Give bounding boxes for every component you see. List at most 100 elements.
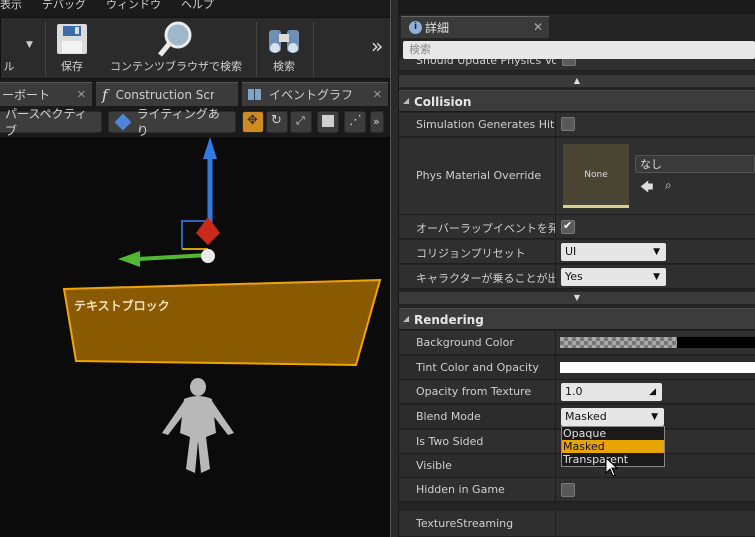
tab-event-graph-label: イベントグラフ [269, 88, 354, 102]
opacity-value: 1.0 [565, 385, 583, 398]
rendering-category[interactable]: Rendering [399, 308, 755, 330]
rotate-mode-icon[interactable]: ↻ [266, 111, 288, 133]
rendering-title: Rendering [414, 313, 484, 327]
details-tab[interactable]: i 詳細 ✕ [401, 16, 549, 38]
tab-event-graph[interactable]: イベントグラフ ✕ [242, 82, 388, 106]
tab-construction-label: Construction Scrip [115, 87, 214, 102]
viewport-toolbar: パースペクティブ ライティングあり ✥ ↻ ⤢ ⋰ » [0, 107, 392, 138]
save-label: 保存 [61, 60, 83, 73]
details-search-input[interactable]: 検索 [403, 41, 755, 59]
viewport-scene [62, 137, 382, 473]
floppy-disk-icon [57, 24, 87, 54]
mouse-cursor-icon [605, 457, 619, 477]
opacity-spinbox[interactable]: 1.0 ◢ [561, 383, 662, 401]
grid-icon [248, 89, 261, 100]
main-toolbar: ル ▼ 保存 コンテンツブラウザで検索 検索 » [0, 17, 392, 79]
tint-color-swatch[interactable] [560, 362, 755, 373]
can-step-up-combo[interactable]: Yes ▼ [561, 268, 666, 286]
details-tab-label: 詳細 [425, 21, 450, 35]
menu-debug[interactable]: デバッグ [32, 0, 96, 12]
overlap-events-label: オーバーラップイベントを発 [416, 222, 556, 235]
overlap-events-row: オーバーラップイベントを発 [399, 215, 755, 239]
expand-up-icon[interactable]: ▲ [399, 75, 755, 87]
save-button[interactable]: 保存 [51, 18, 93, 80]
viewport[interactable]: テキストブロック [0, 137, 392, 537]
close-icon[interactable]: ✕ [533, 20, 543, 34]
phys-material-label: Phys Material Override [416, 169, 542, 182]
viewport-splitter[interactable] [390, 0, 398, 537]
search-icon[interactable]: ⌕ [665, 178, 672, 193]
resize-corner-icon: ◢ [649, 387, 656, 397]
tint-color-row: Tint Color and Opacity [399, 356, 755, 380]
sim-hit-events-row: Simulation Generates Hit Ev [399, 113, 755, 137]
blend-option-masked[interactable]: Masked [562, 440, 664, 453]
collision-preset-combo[interactable]: UI ▼ [561, 243, 666, 261]
menu-window[interactable]: ウィンドウ [96, 0, 171, 12]
overlap-events-checkbox[interactable] [561, 219, 575, 234]
can-step-up-label: キャラクターが乗ることが出 [416, 272, 556, 285]
binoculars-icon [269, 30, 299, 53]
scale-mode-icon[interactable]: ⤢ [290, 111, 312, 133]
clipped-row-checkbox[interactable] [562, 59, 576, 66]
visible-label: Visible [416, 459, 452, 472]
perspective-label: パースペクティブ [5, 107, 87, 138]
collision-category[interactable]: Collision [399, 90, 755, 112]
mannequin-figure [162, 378, 234, 473]
snap-icon[interactable]: ⋰ [344, 111, 366, 133]
collision-preset-row: コリジョンプリセット UI ▼ [399, 240, 755, 264]
opacity-from-texture-row: Opacity from Texture 1.0 ◢ [399, 380, 755, 404]
menu-view[interactable]: 表示 [0, 0, 32, 12]
chevron-down-icon: ▼ [651, 412, 658, 422]
magnifier-icon [158, 21, 192, 57]
toolbar-overflow-icon[interactable]: » [371, 34, 383, 58]
text-block-label: テキストブロック [74, 299, 170, 313]
collision-preset-label: コリジョンプリセット [416, 245, 556, 261]
collision-preset-value: UI [565, 245, 577, 258]
content-browser-label: コンテンツブラウザで検索 [110, 60, 242, 73]
chevron-down-icon: ▼ [653, 247, 660, 257]
phys-material-thumbnail[interactable]: None [563, 144, 629, 208]
info-icon: i [409, 21, 422, 34]
partial-toolbar-button[interactable]: ル [0, 18, 19, 80]
blend-option-opaque[interactable]: Opaque [562, 427, 664, 440]
can-step-up-row: キャラクターが乗ることが出 Yes ▼ [399, 265, 755, 289]
menu-help[interactable]: ヘルプ [171, 0, 224, 12]
can-step-up-value: Yes [565, 270, 583, 283]
viewport-overflow-icon[interactable]: » [370, 111, 384, 133]
blend-mode-value: Masked [565, 410, 607, 423]
tab-construction-script[interactable]: f Construction Scrip [96, 82, 238, 106]
chevron-down-icon[interactable]: ▼ [26, 40, 33, 50]
background-color-label: Background Color [416, 336, 556, 349]
perspective-button[interactable]: パースペクティブ [0, 107, 102, 138]
translate-mode-icon[interactable]: ✥ [242, 111, 264, 133]
content-browser-button[interactable]: コンテンツブラウザで検索 [101, 18, 251, 80]
phys-material-row: Phys Material Override None なし 🡄 ⌕ [399, 138, 755, 215]
cube-icon [114, 113, 132, 131]
hidden-in-game-row: Hidden in Game [399, 478, 755, 502]
sim-hit-events-checkbox[interactable] [561, 117, 575, 131]
lighting-button[interactable]: ライティングあり [108, 107, 236, 138]
collision-title: Collision [414, 95, 472, 109]
expand-down-icon[interactable]: ▼ [399, 292, 755, 304]
find-button[interactable]: 検索 [263, 18, 305, 80]
lighting-label: ライティングあり [136, 107, 220, 138]
tab-viewport[interactable]: ーボート ✕ [0, 82, 92, 106]
thumbnail-text: None [584, 170, 608, 180]
partial-button-label: ル [3, 60, 15, 73]
close-icon[interactable]: ✕ [77, 88, 86, 101]
close-icon[interactable]: ✕ [373, 88, 382, 101]
object-mode-icon[interactable] [317, 111, 339, 133]
phys-material-combo[interactable]: なし [635, 155, 755, 173]
background-color-swatch[interactable] [560, 337, 755, 348]
clipped-row-label: Should Update Physics Volu [416, 59, 556, 67]
tint-color-label: Tint Color and Opacity [416, 361, 556, 374]
clipped-row: Should Update Physics Volu [399, 59, 755, 71]
find-label: 検索 [273, 60, 295, 73]
arrow-left-icon[interactable]: 🡄 [640, 178, 653, 200]
blend-mode-combo[interactable]: Masked ▼ [561, 408, 664, 426]
hidden-in-game-label: Hidden in Game [416, 483, 505, 496]
opacity-from-texture-label: Opacity from Texture [416, 385, 532, 398]
menu-bar: 表示 デバッグ ウィンドウ ヘルプ [0, 0, 398, 14]
texture-streaming-row[interactable]: TextureStreaming [399, 511, 755, 537]
hidden-in-game-checkbox[interactable] [561, 483, 575, 497]
